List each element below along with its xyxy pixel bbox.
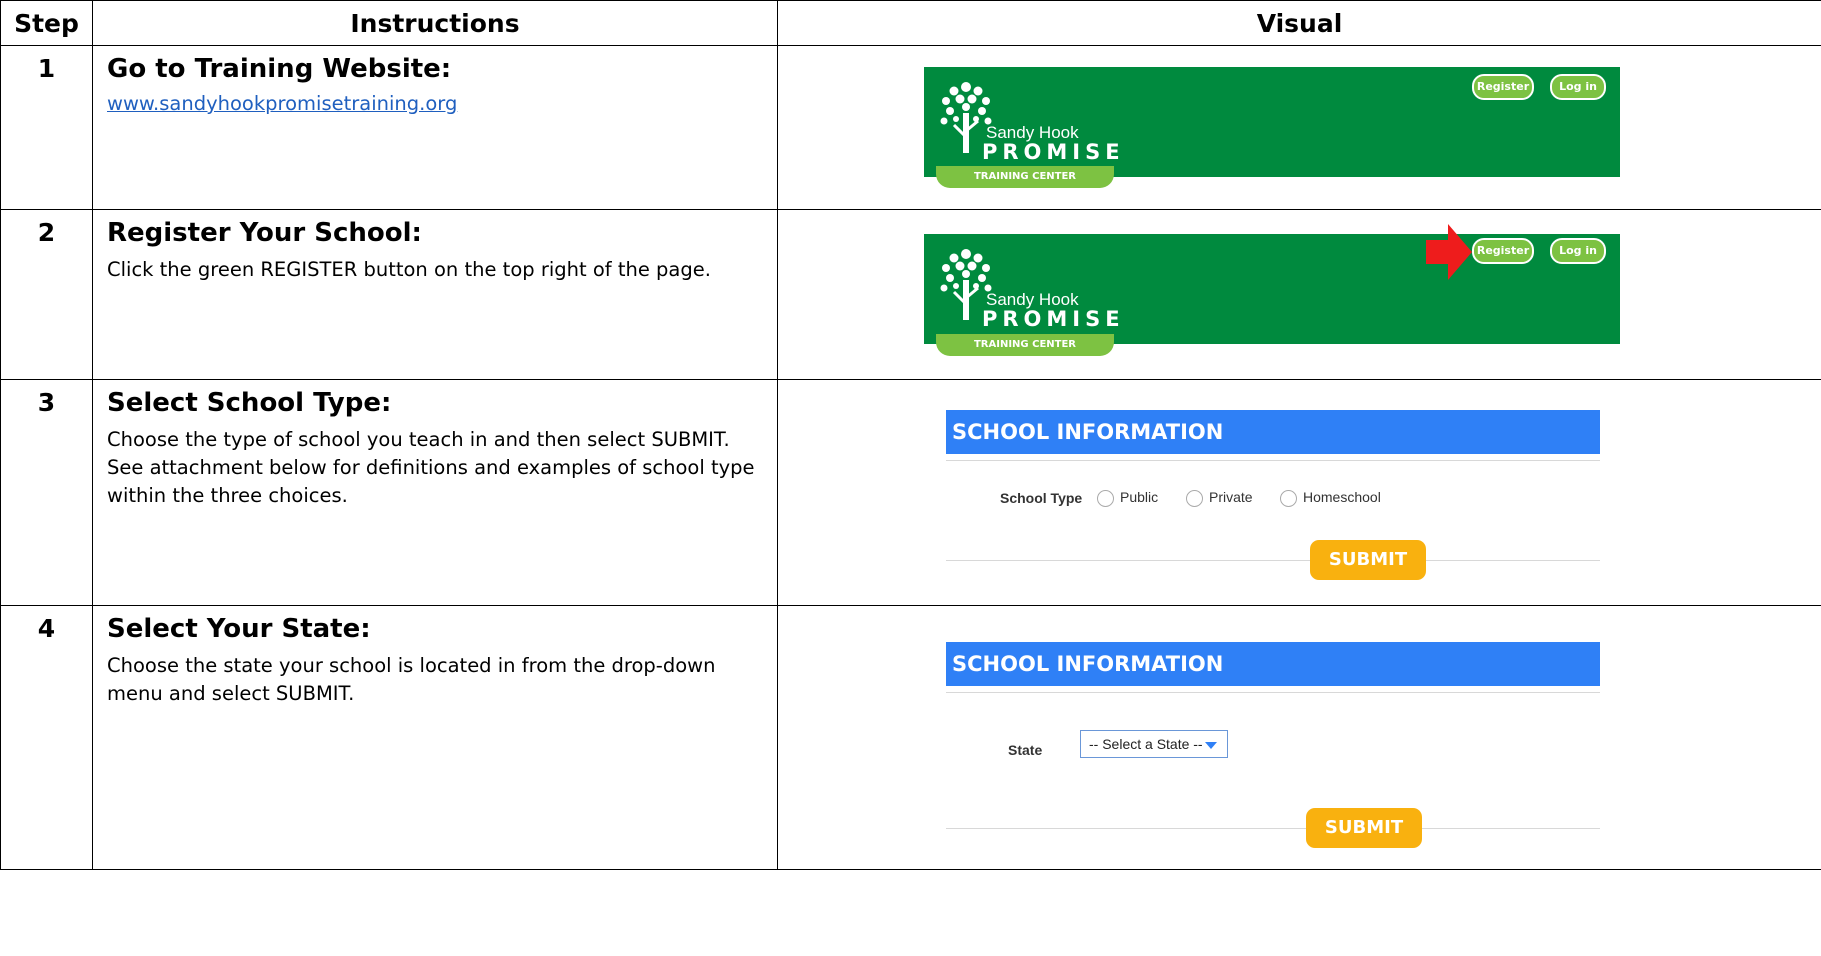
step-row-4: 4 Select Your State: Choose the state yo… <box>0 605 1821 870</box>
training-website-link[interactable]: www.sandyhookpromisetraining.org <box>107 92 457 115</box>
step-visual-4: SCHOOL INFORMATION State -- Select a Sta… <box>777 605 1821 870</box>
steps-table: Step Instructions Visual 1 Go to Trainin… <box>0 0 1821 870</box>
step-row-2: 2 Register Your School: Click the green … <box>0 209 1821 380</box>
brand-name-line2: PROMISE <box>982 307 1125 331</box>
divider <box>946 460 1600 461</box>
step-number: 1 <box>0 45 93 210</box>
school-type-label: School Type <box>1000 490 1083 506</box>
training-center-tab: TRAINING CENTER <box>936 334 1114 356</box>
red-arrow-icon <box>1426 224 1472 280</box>
site-header: Sandy Hook PROMISE Register Log in <box>924 234 1620 344</box>
step-visual-3: SCHOOL INFORMATION School Type Public Pr… <box>777 379 1821 606</box>
step-instructions: Select School Type: Choose the type of s… <box>92 379 778 606</box>
divider <box>946 692 1600 693</box>
step-title: Register Your School: <box>107 218 422 248</box>
state-select[interactable]: -- Select a State -- <box>1080 730 1228 758</box>
divider <box>946 828 1600 829</box>
login-button[interactable]: Log in <box>1550 74 1606 100</box>
option-public-label: Public <box>1120 489 1159 505</box>
step-title: Select Your State: <box>107 614 371 644</box>
chevron-down-icon <box>1205 742 1217 749</box>
radio-private[interactable] <box>1186 490 1203 507</box>
step-visual-2: Sandy Hook PROMISE Register Log in TRAIN… <box>777 209 1821 380</box>
header-instructions: Instructions <box>92 0 778 46</box>
step-visual-1: Sandy Hook PROMISE Register Log in TRAIN… <box>777 45 1821 210</box>
school-information-heading: SCHOOL INFORMATION <box>946 410 1600 454</box>
step-text: Choose the state your school is located … <box>107 654 716 705</box>
step-text: Choose the type of school you teach in a… <box>107 428 755 507</box>
header-visual: Visual <box>777 0 1821 46</box>
state-label: State <box>1008 742 1043 758</box>
step-number: 4 <box>0 605 93 870</box>
training-center-tab: TRAINING CENTER <box>936 166 1114 188</box>
header-step: Step <box>0 0 93 46</box>
step-row-3: 3 Select School Type: Choose the type of… <box>0 379 1821 606</box>
step-instructions: Register Your School: Click the green RE… <box>92 209 778 380</box>
option-homeschool-label: Homeschool <box>1303 489 1381 505</box>
submit-button[interactable]: SUBMIT <box>1306 808 1422 848</box>
step-text: Click the green REGISTER button on the t… <box>107 258 711 281</box>
radio-public[interactable] <box>1097 490 1114 507</box>
school-information-heading: SCHOOL INFORMATION <box>946 642 1600 686</box>
step-instructions: Select Your State: Choose the state your… <box>92 605 778 870</box>
register-button[interactable]: Register <box>1472 238 1534 264</box>
step-instructions: Go to Training Website: www.sandyhookpro… <box>92 45 778 210</box>
login-button[interactable]: Log in <box>1550 238 1606 264</box>
brand-name-line2: PROMISE <box>982 140 1125 164</box>
option-private-label: Private <box>1209 489 1253 505</box>
radio-homeschool[interactable] <box>1280 490 1297 507</box>
register-button[interactable]: Register <box>1472 74 1534 100</box>
state-select-value: -- Select a State -- <box>1089 736 1203 752</box>
step-number: 2 <box>0 209 93 380</box>
step-number: 3 <box>0 379 93 606</box>
header-row: Step Instructions Visual <box>0 0 1821 46</box>
step-title: Select School Type: <box>107 388 392 418</box>
submit-button[interactable]: SUBMIT <box>1310 540 1426 580</box>
step-row-1: 1 Go to Training Website: www.sandyhookp… <box>0 45 1821 210</box>
site-header: Sandy Hook PROMISE Register Log in <box>924 67 1620 177</box>
divider <box>946 560 1600 561</box>
step-title: Go to Training Website: <box>107 54 452 84</box>
